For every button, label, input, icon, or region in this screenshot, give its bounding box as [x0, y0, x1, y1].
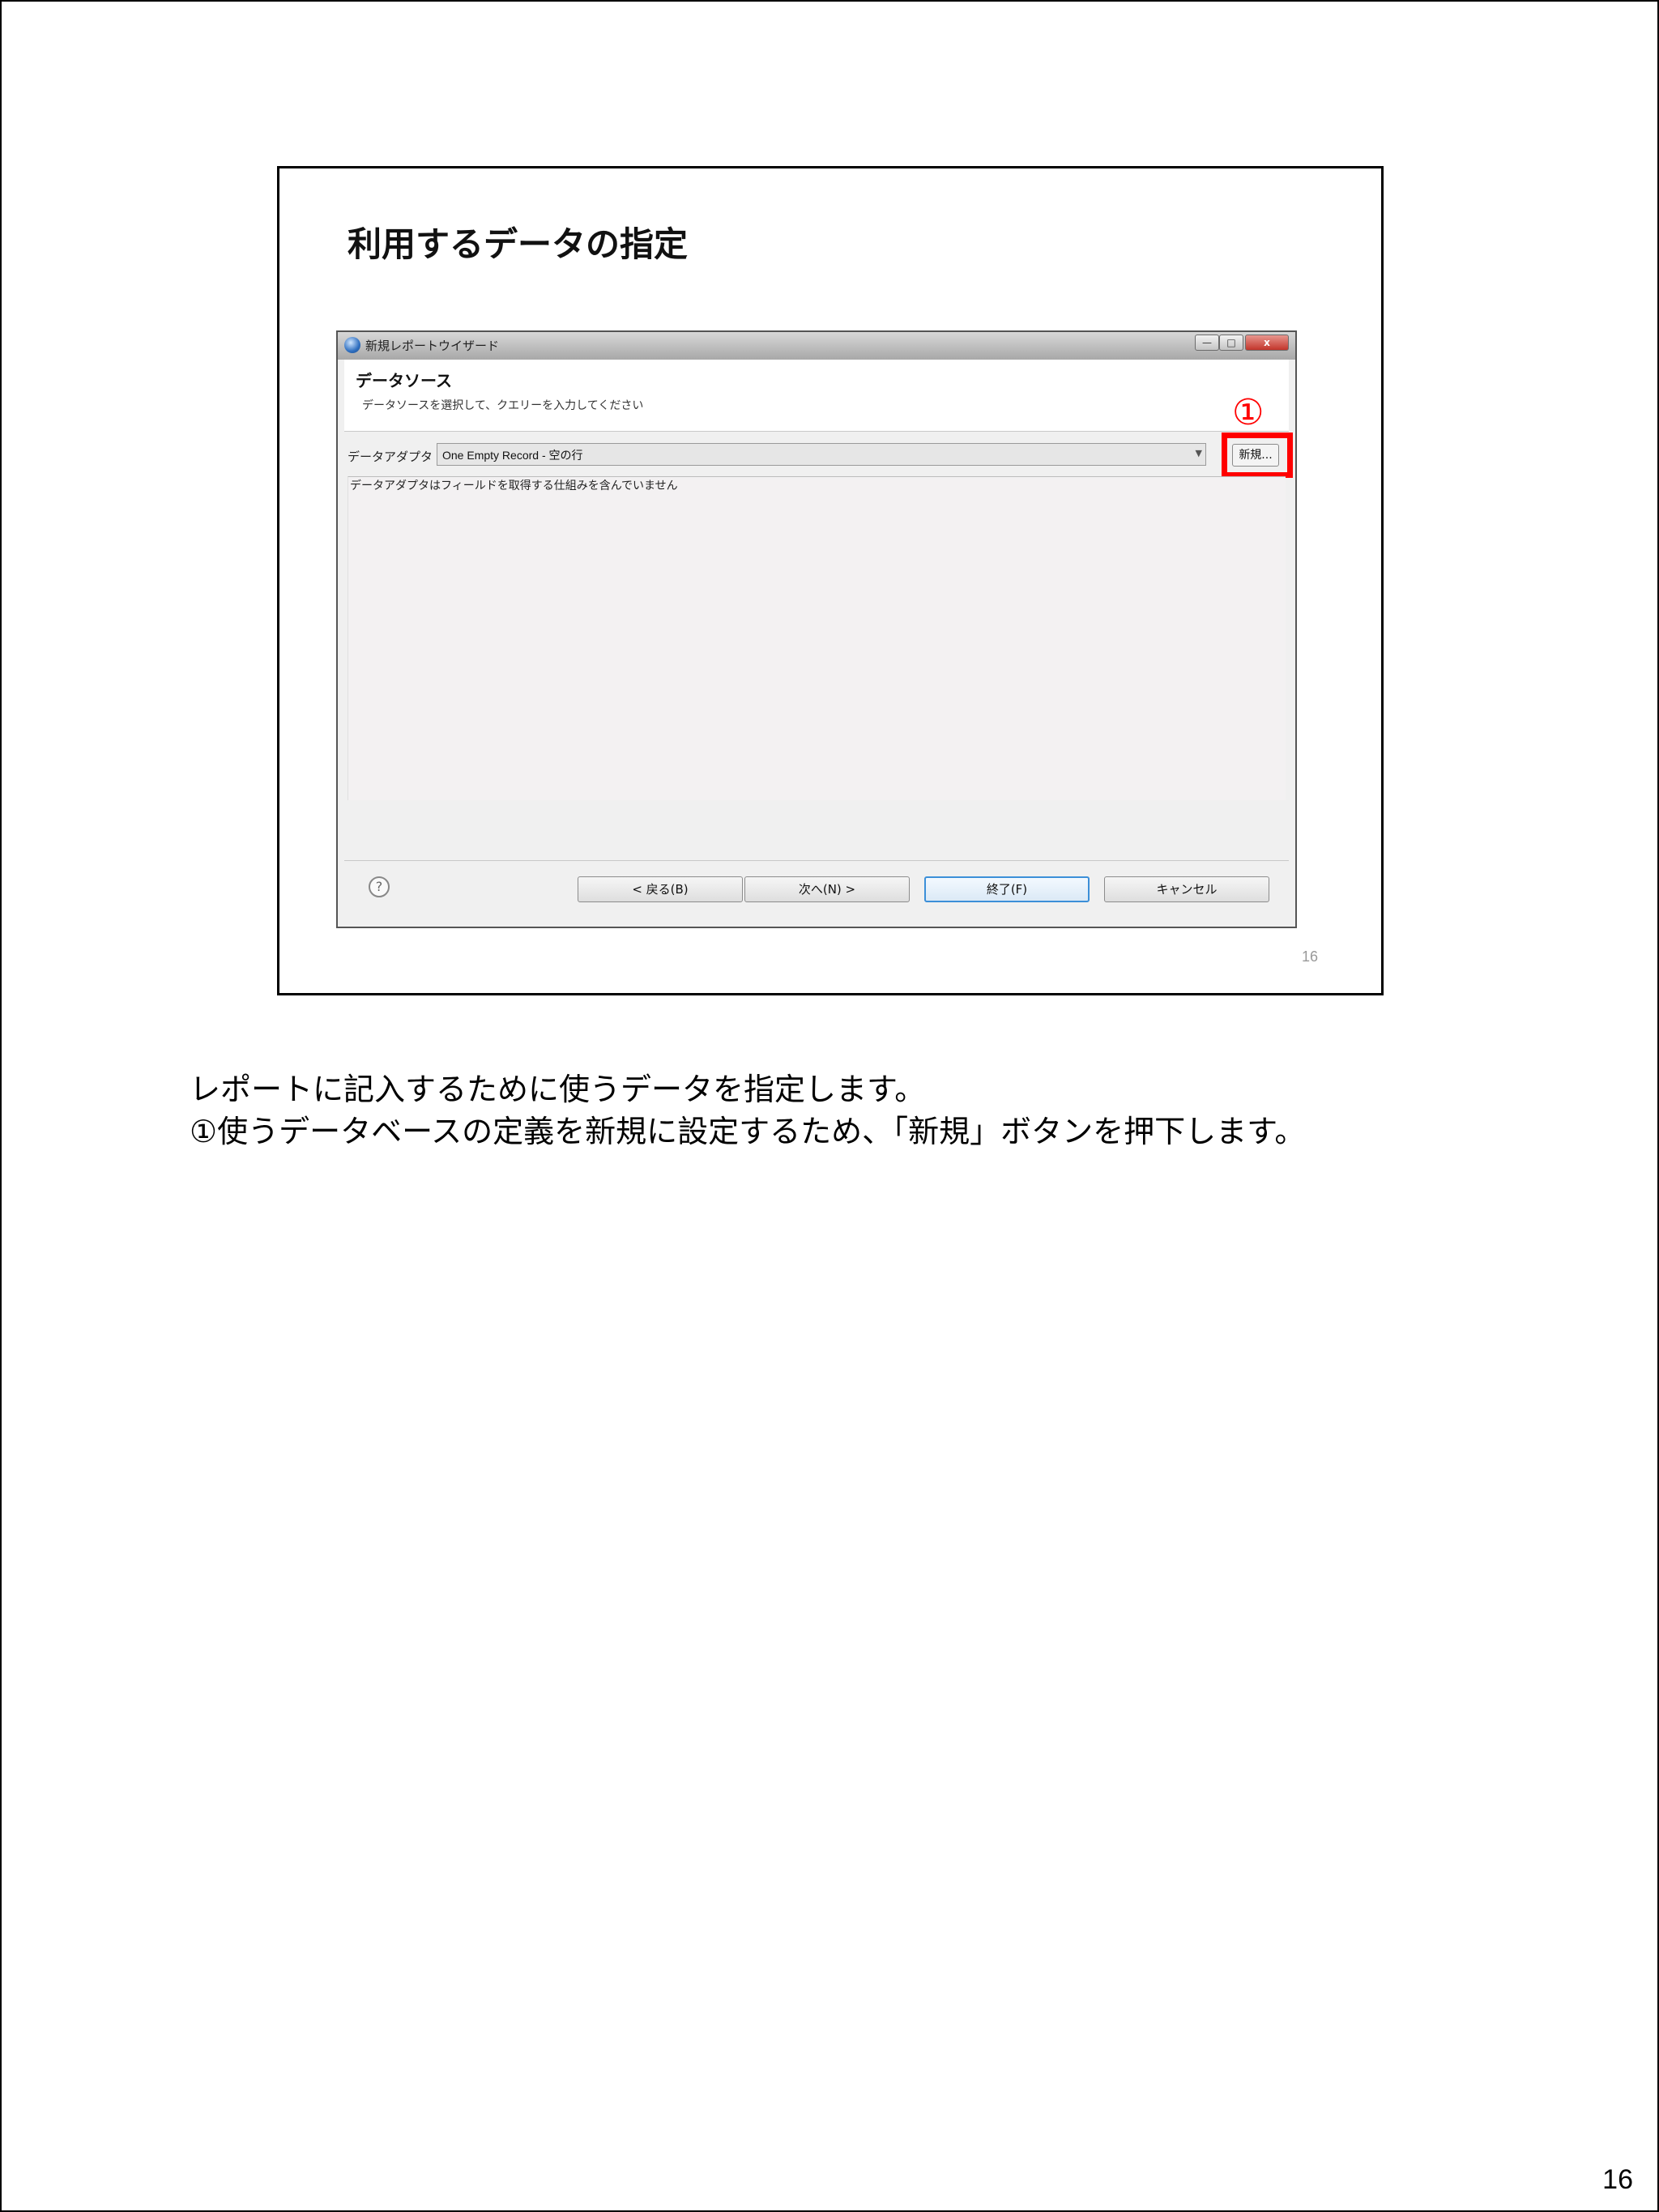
data-adapter-value: One Empty Record - 空の行	[442, 449, 583, 462]
slide: 利用するデータの指定 新規レポートウイザード — □ x データソース データソ…	[277, 166, 1384, 995]
slide-title: 利用するデータの指定	[348, 224, 689, 264]
close-button[interactable]: x	[1245, 335, 1289, 351]
minimize-button[interactable]: —	[1195, 335, 1219, 351]
wizard-page-title: データソース	[356, 371, 452, 390]
data-adapter-label: データアダプタ	[348, 450, 433, 464]
annotation-marker: ①	[1232, 392, 1265, 433]
app-icon	[344, 337, 360, 353]
highlight-box	[1222, 433, 1293, 478]
cancel-button[interactable]: キャンセル	[1104, 876, 1269, 902]
slide-number: 16	[1301, 948, 1318, 965]
data-adapter-select[interactable]: One Empty Record - 空の行 ▼	[437, 443, 1206, 466]
wizard-header: データソース データソースを選択して、クエリーを入力してください	[344, 360, 1289, 432]
narration-line-1: レポートに記入するために使うデータを指定します。	[190, 1072, 926, 1107]
wizard-page-description: データソースを選択して、クエリーを入力してください	[362, 399, 644, 412]
page-number: 16	[1602, 2164, 1633, 2195]
new-report-wizard-dialog: 新規レポートウイザード — □ x データソース データソースを選択して、クエリ…	[336, 330, 1297, 928]
divider	[344, 860, 1289, 861]
maximize-button[interactable]: □	[1219, 335, 1243, 351]
next-button[interactable]: 次へ(N) >	[744, 876, 910, 902]
window-title: 新規レポートウイザード	[365, 339, 500, 353]
adapter-message: データアダプタはフィールドを取得する仕組みを含んでいません	[350, 479, 678, 492]
query-area[interactable]: データアダプタはフィールドを取得する仕組みを含んでいません	[348, 476, 1286, 800]
notes-page: 利用するデータの指定 新規レポートウイザード — □ x データソース データソ…	[0, 0, 1659, 2212]
narration-line-2: ①使うデータベースの定義を新規に設定するため、「新規」ボタンを押下します。	[190, 1114, 1306, 1149]
back-button[interactable]: < 戻る(B)	[578, 876, 743, 902]
window-titlebar[interactable]: 新規レポートウイザード — □ x	[338, 332, 1295, 360]
chevron-down-icon[interactable]: ▼	[1196, 448, 1202, 458]
help-icon[interactable]: ?	[369, 876, 390, 897]
finish-button[interactable]: 終了(F)	[924, 876, 1090, 902]
